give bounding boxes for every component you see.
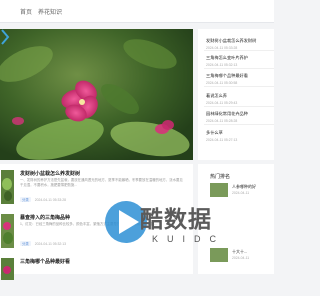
divider — [204, 106, 274, 107]
divider — [204, 86, 274, 87]
sidebar-item-title: 多什么草 — [206, 130, 223, 135]
article-date: 2024-04-11 05:33:28 — [34, 198, 66, 202]
article-meta: 分类 2024-04-11 05:33:28 — [20, 197, 66, 202]
article-summary: 一、发财树的养护方法是先盆栽，要放在通风透光的地方，夏季不能暴晒，冬季要放在温暖… — [20, 178, 183, 187]
sidebar-item-title: 园林绿化常用花卉品种 — [206, 111, 248, 116]
category-tag[interactable]: 分类 — [20, 241, 31, 246]
sidebar-item-title: 着说怎么养 — [206, 93, 227, 98]
divider — [204, 50, 274, 51]
article-title[interactable]: 发财树小盆栽怎么养发财树 — [20, 170, 80, 177]
watermark-subtext: KUIDC — [152, 234, 226, 244]
hot-thumbnail[interactable] — [210, 183, 228, 197]
sidebar-item-title: 发财树小盆栽怎么养发财树 — [206, 38, 257, 43]
article-thumbnail[interactable] — [1, 214, 14, 248]
sidebar-list-item[interactable]: 三角梅怎么变叶片养护 2024-04-11 05:32:13 — [206, 55, 274, 67]
divider — [204, 68, 274, 69]
sidebar-list-item[interactable]: 着说怎么养 2024-04-11 05:29:43 — [206, 93, 274, 105]
watermark-text: 酷数据 — [140, 207, 212, 233]
article-thumbnail[interactable] — [1, 170, 14, 204]
sidebar-list-item[interactable]: 发财树小盆栽怎么养发财树 2024-04-11 05:33:28 — [206, 38, 274, 50]
hot-item-meta: 2024-04-11 — [232, 191, 250, 195]
nav-plant-knowledge[interactable]: 养花知识 — [38, 7, 62, 16]
sidebar-item-title: 三角梅怎么变叶片养护 — [206, 55, 248, 60]
divider — [204, 124, 274, 125]
hot-ranking-title: 热门排名 — [210, 174, 231, 180]
article-thumbnail[interactable] — [1, 258, 14, 280]
article-title[interactable]: 三角梅哪个品种最好看 — [20, 258, 70, 265]
article-date: 2024-04-11 05:32:13 — [34, 242, 66, 246]
sidebar-item-meta: 2024-04-11 05:29:43 — [206, 101, 238, 105]
sidebar-item-title: 三角梅哪个品种最好看 — [206, 73, 248, 78]
article-meta: 分类 2024-04-11 05:32:13 — [20, 241, 66, 246]
sidebar-latest-list: 发财树小盆栽怎么养发财树 2024-04-11 05:33:28 三角梅怎么变叶… — [198, 29, 274, 160]
hero-slider[interactable] — [0, 29, 193, 160]
sidebar-list-item[interactable]: 多什么草 2024-04-11 05:27:13 — [206, 130, 274, 142]
sidebar-list-item[interactable]: 三角梅哪个品种最好看 2024-04-11 05:30:58 — [206, 73, 274, 85]
article-title[interactable]: 暴查排入的三角梅品种 — [20, 214, 70, 221]
sidebar-item-meta: 2024-04-11 05:32:13 — [206, 63, 238, 67]
watermark: 酷数据 KUIDC — [104, 196, 244, 260]
nav-home[interactable]: 首页 — [20, 7, 32, 16]
sidebar-item-meta: 2024-04-11 05:30:58 — [206, 81, 238, 85]
sidebar-list-item[interactable]: 园林绿化常用花卉品种 2024-04-11 05:28:28 — [206, 111, 274, 123]
sidebar-item-meta: 2024-04-11 05:28:28 — [206, 119, 238, 123]
sidebar-item-meta: 2024-04-11 05:27:13 — [206, 138, 238, 142]
top-navigation: 首页 养花知识 — [0, 0, 274, 23]
category-tag[interactable]: 分类 — [20, 197, 31, 202]
next-arrow-icon[interactable] — [0, 29, 10, 45]
hot-item-title[interactable]: 人参哪种的好 — [232, 184, 256, 190]
flower-photo — [0, 29, 193, 160]
